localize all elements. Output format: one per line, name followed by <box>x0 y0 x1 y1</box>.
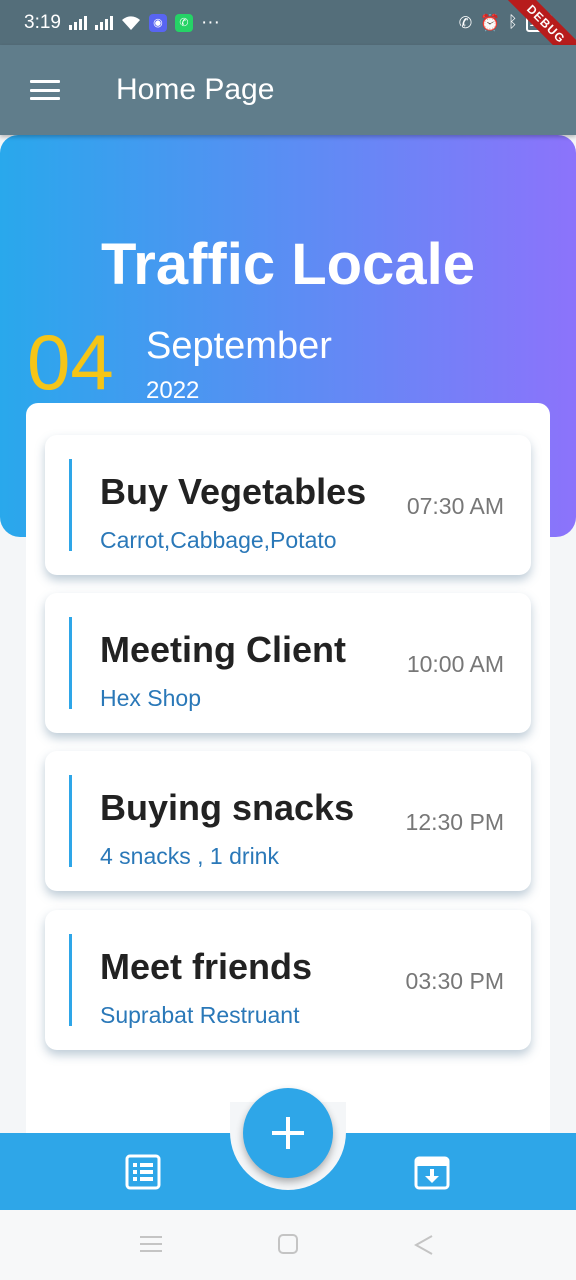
wifi-icon <box>121 15 140 30</box>
task-subtitle: Hex Shop <box>100 685 202 711</box>
task-card[interactable]: Buy Vegetables Carrot,Cabbage,Potato 07:… <box>45 435 531 575</box>
status-time: 3:19 <box>24 11 61 33</box>
task-title: Buy Vegetables <box>100 471 367 512</box>
back-icon[interactable] <box>414 1234 434 1256</box>
page-title: Home Page <box>116 73 275 106</box>
task-accent-bar <box>69 459 72 551</box>
date-year: 2022 <box>146 377 200 404</box>
task-time: 12:30 PM <box>405 809 504 835</box>
task-accent-bar <box>69 775 72 867</box>
plus-icon <box>272 1117 304 1149</box>
header-title: Traffic Locale <box>101 232 475 297</box>
date-month: September <box>146 325 332 367</box>
task-time: 03:30 PM <box>405 968 504 994</box>
task-subtitle: Suprabat Restruant <box>100 1002 300 1028</box>
status-bar: 3:19 ◉ ✆ ··· ✆ ⏰ ᛒ 100 DEBUG <box>0 0 576 74</box>
app-bar: Home Page <box>0 45 576 135</box>
call-wifi-icon: ✆ <box>458 14 473 32</box>
home-icon[interactable] <box>278 1234 298 1254</box>
recent-apps-icon[interactable] <box>140 1234 162 1254</box>
task-card[interactable]: Meet friends Suprabat Restruant 03:30 PM <box>45 910 531 1050</box>
list-icon[interactable] <box>125 1154 161 1190</box>
status-left: 3:19 ◉ ✆ ··· <box>24 12 220 34</box>
task-title: Meeting Client <box>100 629 347 670</box>
alarm-icon: ⏰ <box>480 14 501 32</box>
task-time: 10:00 AM <box>406 651 504 677</box>
task-title: Buying snacks <box>100 787 355 828</box>
task-accent-bar <box>69 934 72 1026</box>
more-notifications-icon: ··· <box>200 11 220 33</box>
task-subtitle: Carrot,Cabbage,Potato <box>100 527 337 553</box>
signal-icon <box>68 15 87 30</box>
bluetooth-icon: ᛒ <box>508 13 518 31</box>
menu-icon[interactable] <box>30 80 60 100</box>
task-accent-bar <box>69 617 72 709</box>
task-subtitle: 4 snacks , 1 drink <box>100 843 279 869</box>
system-nav-bar <box>0 1210 576 1280</box>
task-card[interactable]: Meeting Client Hex Shop 10:00 AM <box>45 593 531 733</box>
date-day: 04 <box>27 318 114 406</box>
archive-download-icon[interactable] <box>414 1154 450 1190</box>
discord-icon: ◉ <box>148 13 167 32</box>
task-title: Meet friends <box>100 946 313 987</box>
add-task-button[interactable] <box>243 1088 333 1178</box>
whatsapp-icon: ✆ <box>174 13 193 32</box>
signal-icon-2 <box>94 15 113 30</box>
task-card[interactable]: Buying snacks 4 snacks , 1 drink 12:30 P… <box>45 751 531 891</box>
task-time: 07:30 AM <box>406 493 504 519</box>
